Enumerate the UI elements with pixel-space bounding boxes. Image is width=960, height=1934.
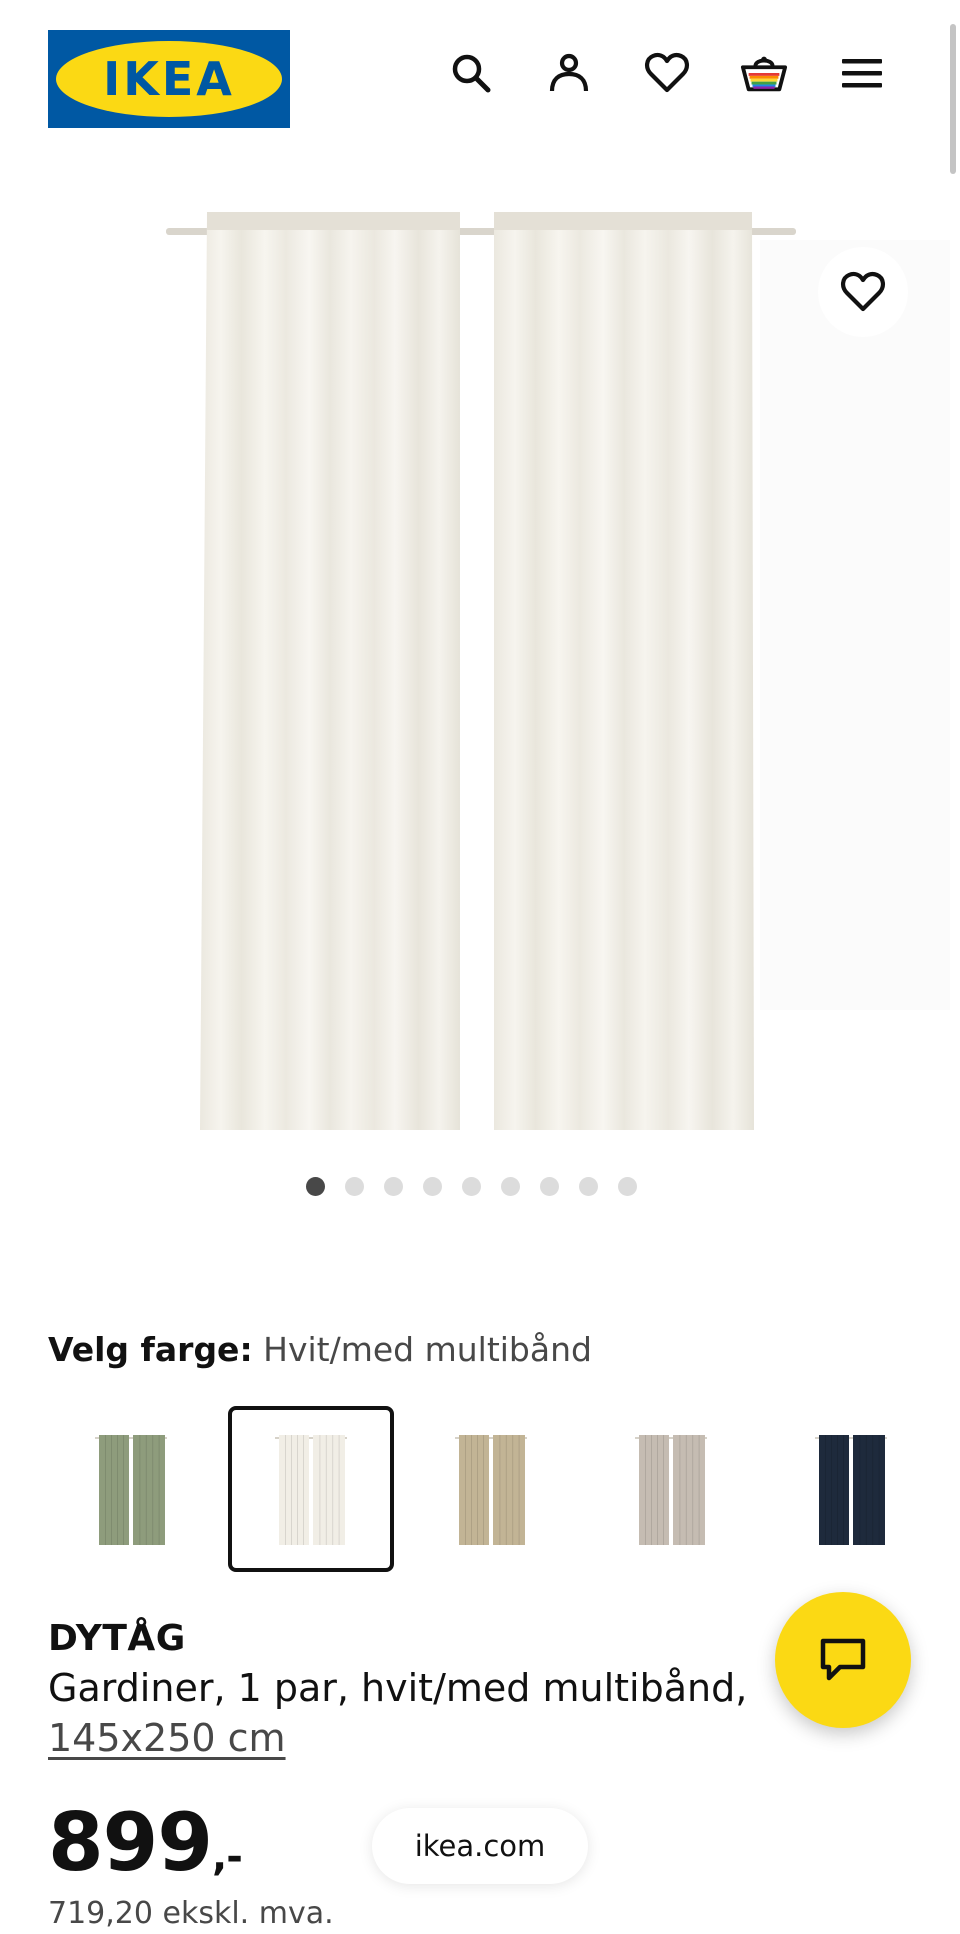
- product-name: DYTÅG: [48, 1618, 186, 1659]
- product-description: Gardiner, 1 par, hvit/med multibånd,: [48, 1666, 748, 1710]
- price-ex-vat: 719,20 ekskl. mva.: [48, 1896, 334, 1931]
- logo-text: IKEA: [103, 52, 235, 106]
- swatch-curtain-thumbnail: [95, 1435, 167, 1545]
- product-price: 899,-: [48, 1796, 243, 1902]
- color-swatches: [48, 1406, 960, 1576]
- chat-icon: [820, 1638, 866, 1681]
- color-swatch[interactable]: [48, 1406, 214, 1572]
- price-suffix: ,-: [212, 1834, 243, 1880]
- color-selector-label: Velg farge: Hvit/med multibånd: [48, 1330, 592, 1370]
- menu-icon[interactable]: [838, 49, 886, 97]
- color-label-title: Velg farge:: [48, 1330, 253, 1369]
- carousel-dot[interactable]: [422, 1177, 442, 1196]
- image-carousel-dots: [0, 1177, 951, 1196]
- product-image[interactable]: [0, 190, 960, 1150]
- ikea-logo[interactable]: IKEA: [48, 30, 290, 128]
- chat-button[interactable]: [775, 1592, 911, 1728]
- color-swatch[interactable]: [588, 1406, 754, 1572]
- carousel-dot[interactable]: [461, 1177, 481, 1196]
- carousel-dot[interactable]: [344, 1177, 364, 1196]
- heart-icon: [841, 271, 885, 312]
- site-header: IKEA: [0, 0, 960, 140]
- carousel-dot[interactable]: [383, 1177, 403, 1196]
- color-swatch[interactable]: [228, 1406, 394, 1572]
- carousel-dot[interactable]: [578, 1177, 598, 1196]
- swatch-curtain-thumbnail: [455, 1435, 527, 1545]
- profile-icon[interactable]: [545, 49, 593, 97]
- product-size-link[interactable]: 145x250 cm: [48, 1714, 286, 1762]
- carousel-dot[interactable]: [305, 1177, 325, 1196]
- color-selected-value: Hvit/med multibånd: [263, 1330, 592, 1369]
- swatch-curtain-thumbnail: [635, 1435, 707, 1545]
- browser-url-pill[interactable]: ikea.com: [372, 1808, 588, 1884]
- image-favourite-button[interactable]: [818, 247, 908, 337]
- swatch-curtain-thumbnail: [275, 1435, 347, 1545]
- color-swatch[interactable]: [408, 1406, 574, 1572]
- carousel-dot[interactable]: [500, 1177, 520, 1196]
- carousel-dot[interactable]: [539, 1177, 559, 1196]
- carousel-dot[interactable]: [617, 1177, 637, 1196]
- search-icon[interactable]: [447, 49, 495, 97]
- basket-icon[interactable]: [740, 49, 788, 97]
- color-swatch[interactable]: [768, 1406, 934, 1572]
- price-main: 899: [48, 1796, 213, 1889]
- swatch-curtain-thumbnail: [815, 1435, 887, 1545]
- favourites-icon[interactable]: [643, 49, 691, 97]
